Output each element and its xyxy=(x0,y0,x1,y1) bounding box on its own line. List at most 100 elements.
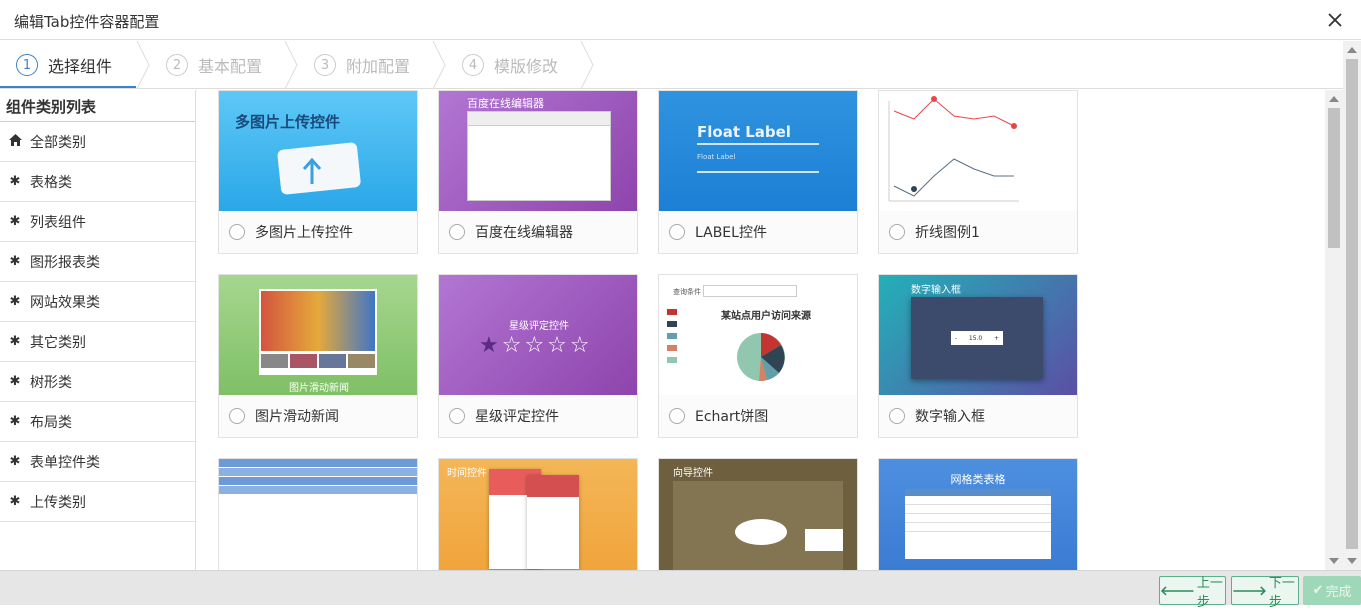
step-extra-config[interactable]: 3 附加配置 xyxy=(314,41,410,88)
radio-button[interactable] xyxy=(889,224,905,240)
step-select-component[interactable]: 1 选择组件 xyxy=(16,41,112,88)
thumbnail-caption: 时间控件 xyxy=(447,468,487,479)
sidebar-item-upload[interactable]: ✱ 上传类别 xyxy=(0,482,195,522)
radio-button[interactable] xyxy=(449,224,465,240)
radio-button[interactable] xyxy=(229,408,245,424)
radio-button[interactable] xyxy=(449,408,465,424)
step-basic-config[interactable]: 2 基本配置 xyxy=(166,41,262,88)
component-option[interactable]: 折线图例1 xyxy=(879,211,1077,253)
arrow-right-icon: 🡒 xyxy=(1232,583,1267,599)
scrollbar-thumb[interactable] xyxy=(1328,108,1340,248)
component-card[interactable]: 百度在线编辑器 百度在线编辑器 xyxy=(438,90,638,254)
sidebar-item-web-effects[interactable]: ✱ 网站效果类 xyxy=(0,282,195,322)
star-rating-preview: ★☆☆☆☆ xyxy=(479,333,593,358)
component-card[interactable]: 查询条件 某站点用户访问来源 Echart饼图 xyxy=(658,274,858,438)
thumbnail-subcaption: Float Label xyxy=(697,153,736,161)
sidebar-item-all[interactable]: 全部类别 xyxy=(0,122,195,162)
thumbnail-caption: 网格类表格 xyxy=(950,473,1006,486)
component-card[interactable]: Float Label Float Label LABEL控件 xyxy=(658,90,858,254)
thumbnail-caption: 向导控件 xyxy=(673,468,713,479)
component-card[interactable]: 时间控件 xyxy=(438,458,638,570)
finish-button[interactable]: ✔ 完成 xyxy=(1303,576,1361,605)
component-thumbnail: 查询条件 某站点用户访问来源 xyxy=(659,275,857,395)
component-name: 多图片上传控件 xyxy=(255,225,353,241)
sidebar-item-chart[interactable]: ✱ 图形报表类 xyxy=(0,242,195,282)
sidebar-item-label: 上传类别 xyxy=(30,494,86,511)
thumbnail-caption: 图片滑动新闻 xyxy=(289,383,349,394)
component-card[interactable]: 折线图例1 xyxy=(878,90,1078,254)
component-name: 折线图例1 xyxy=(915,225,980,241)
component-option[interactable]: 数字输入框 xyxy=(879,395,1077,437)
sidebar-item-tree[interactable]: ✱ 树形类 xyxy=(0,362,195,402)
button-label: 下一步 xyxy=(1268,575,1295,610)
component-name: 星级评定控件 xyxy=(475,409,559,425)
sidebar-item-other[interactable]: ✱ 其它类别 xyxy=(0,322,195,362)
component-thumbnail: 百度在线编辑器 xyxy=(439,91,637,211)
asterisk-icon: ✱ xyxy=(9,254,21,269)
component-card[interactable]: 多图片上传控件 多图片上传控件 xyxy=(218,90,418,254)
sidebar-item-label: 图形报表类 xyxy=(30,254,100,271)
step-template-edit[interactable]: 4 模版修改 xyxy=(462,41,558,88)
step-divider-chevron xyxy=(136,41,150,88)
component-card[interactable]: 数字输入框 -15.0 + 数字输入框 xyxy=(878,274,1078,438)
component-thumbnail: 数字输入框 -15.0 + xyxy=(879,275,1077,395)
component-option[interactable]: 图片滑动新闻 xyxy=(219,395,417,437)
step-divider-chevron xyxy=(284,41,298,88)
component-card[interactable]: 图片滑动新闻 图片滑动新闻 xyxy=(218,274,418,438)
line-chart-preview xyxy=(888,96,1019,202)
upload-illustration-icon xyxy=(277,142,361,195)
scroll-up-icon[interactable] xyxy=(1329,96,1339,102)
asterisk-icon: ✱ xyxy=(9,374,21,389)
radio-button[interactable] xyxy=(229,224,245,240)
grid-scrollbar[interactable] xyxy=(1325,90,1343,570)
sidebar-item-list[interactable]: ✱ 列表组件 xyxy=(0,202,195,242)
next-step-button[interactable]: 🡒 下一步 xyxy=(1231,576,1299,610)
scrollbar-thumb[interactable] xyxy=(1346,59,1358,549)
scroll-up-icon[interactable] xyxy=(1347,47,1357,53)
asterisk-icon: ✱ xyxy=(9,334,21,349)
dialog-footer: 🡐 上一步 🡒 下一步 ✔ 完成 xyxy=(0,570,1361,610)
component-option[interactable]: 百度在线编辑器 xyxy=(439,211,637,253)
component-option[interactable]: LABEL控件 xyxy=(659,211,857,253)
component-card[interactable]: 向导控件 xyxy=(658,458,858,570)
radio-button[interactable] xyxy=(669,408,685,424)
dialog-scrollbar[interactable] xyxy=(1343,41,1361,570)
component-grid: 多图片上传控件 多图片上传控件 百度在线编辑器 百度在线编辑器 Float La… xyxy=(203,90,1323,570)
component-thumbnail: 网格类表格 xyxy=(879,459,1077,570)
sidebar-item-label: 其它类别 xyxy=(30,334,86,351)
component-name: LABEL控件 xyxy=(695,225,767,241)
scroll-down-icon[interactable] xyxy=(1347,558,1357,564)
component-option[interactable]: 星级评定控件 xyxy=(439,395,637,437)
prev-step-button[interactable]: 🡐 上一步 xyxy=(1159,576,1226,610)
step-divider-chevron xyxy=(580,41,594,88)
component-thumbnail: 多图片上传控件 xyxy=(219,91,417,211)
component-card[interactable]: 星级评定控件 ★☆☆☆☆ 星级评定控件 xyxy=(438,274,638,438)
step-number: 1 xyxy=(16,54,38,76)
sidebar-item-form[interactable]: ✱ 表单控件类 xyxy=(0,442,195,482)
check-icon: ✔ xyxy=(1312,583,1324,598)
thumbnail-caption: Float Label xyxy=(697,123,791,141)
thumbnail-caption: 数字输入框 xyxy=(911,285,961,296)
close-icon[interactable] xyxy=(1323,8,1347,32)
component-option[interactable]: 多图片上传控件 xyxy=(219,211,417,253)
button-label: 上一步 xyxy=(1196,575,1223,610)
component-option[interactable]: Echart饼图 xyxy=(659,395,857,437)
scroll-down-icon[interactable] xyxy=(1329,558,1339,564)
step-divider-chevron xyxy=(432,41,446,88)
step-number: 4 xyxy=(462,54,484,76)
arrow-left-icon: 🡐 xyxy=(1160,583,1195,599)
component-thumbnail: 星级评定控件 ★☆☆☆☆ xyxy=(439,275,637,395)
asterisk-icon: ✱ xyxy=(9,494,21,509)
component-name: Echart饼图 xyxy=(695,409,769,425)
active-step-indicator xyxy=(0,86,136,88)
component-card[interactable] xyxy=(218,458,418,570)
wizard-steps: 1 选择组件 2 基本配置 3 附加配置 4 模版修改 xyxy=(0,41,1343,89)
number-input-preview: -15.0 + xyxy=(911,297,1043,379)
sidebar-item-table[interactable]: ✱ 表格类 xyxy=(0,162,195,202)
radio-button[interactable] xyxy=(669,224,685,240)
component-card[interactable]: 网格类表格 xyxy=(878,458,1078,570)
pie-chart-preview xyxy=(667,309,785,382)
sidebar-item-label: 列表组件 xyxy=(30,214,86,231)
sidebar-item-layout[interactable]: ✱ 布局类 xyxy=(0,402,195,442)
radio-button[interactable] xyxy=(889,408,905,424)
